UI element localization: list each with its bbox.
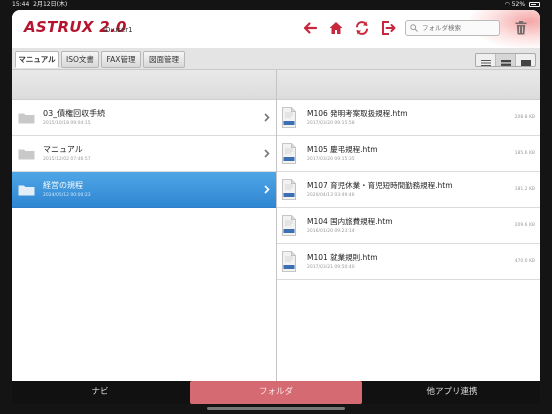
trash-icon[interactable]	[513, 20, 529, 36]
file-date: 2016/01/20 09:23:14	[307, 229, 355, 234]
battery-percent: 52%	[511, 1, 526, 8]
bottom-nav: ナビ フォルダ 他アプリ連携	[12, 381, 540, 404]
view-mode-group	[475, 53, 536, 67]
file-row[interactable]: M107 育児休業・育児短時間勤務規程.htm 2020/04/13 03:49…	[277, 172, 540, 208]
status-bar: 15:44 2月12日(木) ◠ 52%	[0, 0, 552, 10]
folder-name: マニュアル	[43, 145, 83, 154]
folder-search[interactable]	[405, 20, 500, 36]
medium-view-icon[interactable]	[496, 54, 516, 66]
bottom-tab-folder[interactable]: フォルダ	[190, 381, 362, 404]
folder-row[interactable]: 03_債権回収手続 2015/10/18 09:04:15	[12, 100, 276, 136]
html-document-icon	[282, 251, 296, 272]
folder-date: 2024/05/12 00:00:23	[43, 193, 91, 198]
status-time-date: 15:44 2月12日(木)	[12, 0, 67, 10]
folder-pane-header	[12, 70, 276, 100]
folder-icon	[18, 113, 35, 124]
file-name: M105 慶弔規程.htm	[307, 145, 378, 154]
folder-date: 2015/10/18 09:04:15	[43, 121, 91, 126]
html-document-icon	[282, 107, 296, 128]
bottom-tab-other-apps[interactable]: 他アプリ連携	[364, 381, 540, 404]
user-id: ID:user1	[103, 26, 133, 34]
chevron-right-icon	[264, 149, 270, 158]
search-input[interactable]	[422, 22, 496, 34]
tab-drawing[interactable]: 図面管理	[143, 51, 185, 68]
app-window: ASTRUX 2.0 ID:user1 マニュアル ISO文書 FAX管理 図面…	[12, 10, 540, 404]
file-date: 2017/03/20 09:15:58	[307, 121, 355, 126]
status-right: ◠ 52%	[505, 0, 540, 10]
folder-icon	[18, 185, 35, 196]
home-icon[interactable]	[328, 20, 344, 36]
file-name: M106 発明考案取扱規程.htm	[307, 109, 408, 118]
header-bar: ASTRUX 2.0 ID:user1	[12, 10, 540, 48]
file-name: M104 国内旅費規程.htm	[307, 217, 393, 226]
wifi-icon: ◠	[504, 1, 510, 8]
file-row[interactable]: M101 就業規則.htm 2017/03/21 09:50:40 470.0 …	[277, 244, 540, 280]
folder-date: 2015/12/02 07:46:57	[43, 157, 91, 162]
list-view-icon[interactable]	[476, 54, 496, 66]
file-pane-header	[277, 70, 540, 100]
battery-icon	[529, 2, 540, 7]
file-size: 185.6 KB	[514, 151, 535, 156]
tab-iso[interactable]: ISO文書	[61, 51, 99, 68]
tab-manual[interactable]: マニュアル	[15, 51, 59, 68]
file-size: 209.6 KB	[514, 223, 535, 228]
folder-icon	[18, 149, 35, 160]
file-name: M107 育児休業・育児短時間勤務規程.htm	[307, 181, 453, 190]
search-icon	[410, 24, 418, 32]
logout-icon[interactable]	[380, 20, 396, 36]
document-tabs-bar: マニュアル ISO文書 FAX管理 図面管理	[12, 48, 540, 70]
file-name: M101 就業規則.htm	[307, 253, 378, 262]
folder-list: 03_債権回収手続 2015/10/18 09:04:15 マニュアル 2015…	[12, 100, 276, 381]
large-view-icon[interactable]	[516, 54, 536, 66]
tab-fax[interactable]: FAX管理	[101, 51, 141, 68]
html-document-icon	[282, 143, 296, 164]
file-row[interactable]: M106 発明考案取扱規程.htm 2017/03/20 09:15:58 20…	[277, 100, 540, 136]
file-date: 2020/04/13 03:49:46	[307, 193, 355, 198]
sync-icon[interactable]	[354, 20, 370, 36]
html-document-icon	[282, 215, 296, 236]
file-list: M106 発明考案取扱規程.htm 2017/03/20 09:15:58 20…	[277, 100, 540, 381]
folder-name: 経営の規程	[43, 181, 83, 190]
file-size: 208.8 KB	[514, 115, 535, 120]
home-indicator	[207, 407, 345, 410]
chevron-right-icon	[264, 185, 270, 194]
folder-name: 03_債権回収手続	[43, 109, 106, 118]
html-document-icon	[282, 179, 296, 200]
file-row[interactable]: M104 国内旅費規程.htm 2016/01/20 09:23:14 209.…	[277, 208, 540, 244]
folder-row[interactable]: マニュアル 2015/12/02 07:46:57	[12, 136, 276, 172]
file-row[interactable]: M105 慶弔規程.htm 2017/03/20 09:15:35 185.6 …	[277, 136, 540, 172]
status-time: 15:44	[12, 1, 30, 8]
bottom-tab-navi[interactable]: ナビ	[12, 381, 188, 404]
file-date: 2017/03/21 09:50:40	[307, 265, 355, 270]
back-arrow-icon[interactable]	[302, 20, 318, 36]
file-date: 2017/03/20 09:15:35	[307, 157, 355, 162]
chevron-right-icon	[264, 113, 270, 122]
status-date: 2月12日(木)	[33, 1, 68, 8]
file-size: 470.0 KB	[514, 259, 535, 264]
folder-row-selected[interactable]: 経営の規程 2024/05/12 00:00:23	[12, 172, 276, 208]
file-size: 181.2 KB	[514, 187, 535, 192]
